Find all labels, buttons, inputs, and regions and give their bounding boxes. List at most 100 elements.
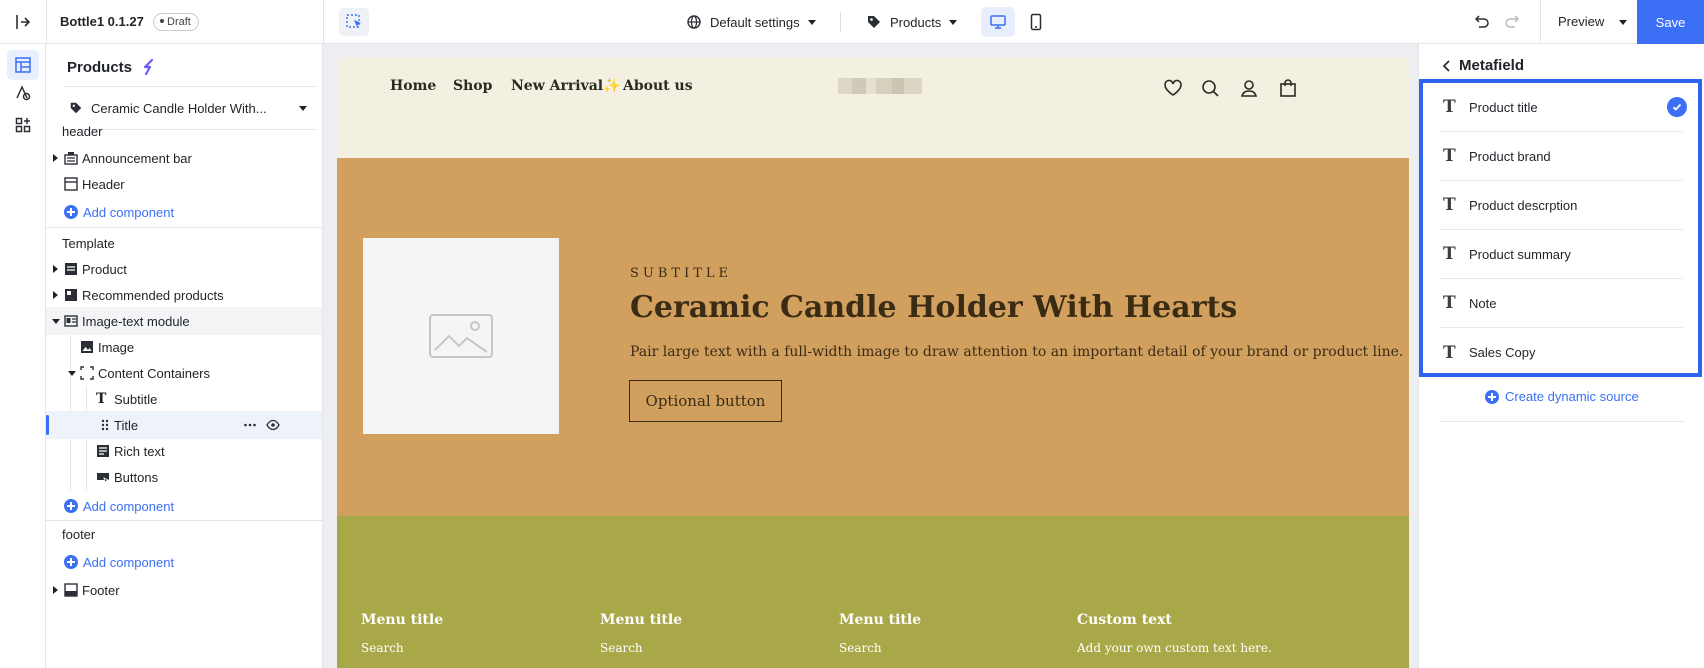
account-icon[interactable]: [1238, 77, 1260, 99]
check-circle-icon: [1667, 97, 1687, 117]
nav-link-about-us[interactable]: About us: [623, 78, 693, 94]
select-tool-button[interactable]: [339, 8, 369, 36]
redo-icon[interactable]: [1503, 12, 1523, 32]
footer-column-title: Custom text: [1077, 612, 1172, 628]
hero-subtitle[interactable]: SUBTITLE: [630, 266, 732, 281]
layer-header[interactable]: Header: [46, 170, 322, 198]
image-text-section[interactable]: SUBTITLE Ceramic Candle Holder With Hear…: [337, 158, 1409, 516]
page-preview[interactable]: Home Shop New Arrival✨ About us SUBTITLE…: [337, 57, 1409, 668]
hero-optional-button[interactable]: Optional button: [629, 380, 782, 422]
metafield-item-product-title[interactable]: T Product title: [1439, 83, 1687, 132]
metafield-item-note[interactable]: T Note: [1439, 279, 1683, 328]
hero-title[interactable]: Ceramic Candle Holder With Hearts: [630, 290, 1237, 325]
layer-subtitle[interactable]: T Subtitle: [46, 385, 322, 413]
settings-dropdown[interactable]: Default settings: [686, 0, 816, 44]
store-header-section[interactable]: Home Shop New Arrival✨ About us: [337, 57, 1409, 158]
text-type-icon: T: [1443, 195, 1456, 215]
hero-body-text[interactable]: Pair large text with a full-width image …: [630, 344, 1403, 360]
metafield-item-product-summary[interactable]: T Product summary: [1439, 230, 1683, 279]
layer-image[interactable]: Image: [46, 333, 322, 361]
footer-column-title: Menu title: [600, 612, 683, 628]
metafield-item-product-brand[interactable]: T Product brand: [1439, 132, 1683, 181]
layer-rich-text[interactable]: Rich text: [46, 437, 322, 465]
preview-button[interactable]: Preview: [1558, 14, 1604, 29]
create-dynamic-source-button[interactable]: Create dynamic source: [1485, 389, 1639, 404]
add-component-footer[interactable]: Add component: [46, 548, 322, 576]
nav-link-home[interactable]: Home: [390, 78, 436, 94]
recommended-icon: [65, 289, 77, 301]
apps-tab-button[interactable]: [7, 110, 39, 140]
text-type-icon: T: [1443, 244, 1456, 264]
footer-link[interactable]: Search: [600, 641, 643, 655]
cart-bag-icon[interactable]: [1277, 77, 1299, 99]
layer-product[interactable]: Product: [46, 255, 322, 283]
heart-icon[interactable]: [1162, 77, 1184, 99]
collapse-arrow-icon[interactable]: [52, 318, 60, 324]
nav-link-new-arrival[interactable]: New Arrival✨: [511, 78, 621, 94]
button-icon: [97, 473, 109, 484]
chevron-down-icon: [299, 105, 307, 111]
image-placeholder[interactable]: [363, 238, 559, 434]
undo-icon[interactable]: [1471, 12, 1491, 32]
visibility-eye-icon[interactable]: [266, 418, 280, 432]
app-title: Bottle1 0.1.27: [60, 14, 144, 29]
layer-content-containers[interactable]: Content Containers: [46, 359, 322, 387]
layers-tab-button[interactable]: [7, 50, 39, 80]
collapse-arrow-icon[interactable]: [68, 370, 76, 376]
desktop-view-button[interactable]: [981, 7, 1015, 37]
select-cursor-icon: [346, 14, 361, 28]
sparkle-icon: ✨: [603, 78, 621, 94]
section-divider: [46, 227, 322, 228]
exit-icon[interactable]: [12, 12, 32, 32]
search-icon[interactable]: [1199, 77, 1221, 99]
add-component-template[interactable]: Add component: [46, 492, 322, 520]
footer-link[interactable]: Search: [361, 641, 404, 655]
footer-column-title: Menu title: [361, 612, 444, 628]
header-icon: [64, 177, 78, 191]
metafield-list: T Product title T Product brand T Produc…: [1419, 79, 1702, 377]
add-component-header[interactable]: Add component: [46, 198, 322, 226]
metafield-item-sales-copy[interactable]: T Sales Copy: [1439, 328, 1683, 377]
template-section-label: Template: [62, 235, 115, 251]
mobile-view-button[interactable]: [1019, 7, 1053, 37]
layers-panel: Products Ceramic Candle Holder With... h…: [46, 44, 323, 668]
text-type-icon: T: [1443, 97, 1456, 117]
panel-divider: [323, 0, 324, 44]
store-footer-section[interactable]: Menu title Search Menu title Search Menu…: [337, 516, 1409, 668]
drag-handle-icon[interactable]: [98, 418, 112, 432]
toolbar-divider: [1540, 0, 1541, 44]
expand-arrow-icon[interactable]: [53, 291, 58, 299]
store-logo[interactable]: [838, 78, 922, 94]
layer-recommended-products[interactable]: Recommended products: [46, 281, 322, 309]
layer-title[interactable]: Title: [46, 411, 322, 439]
chevron-down-icon: [949, 19, 958, 25]
layer-announcement-bar[interactable]: Announcement bar: [46, 144, 322, 172]
more-options-icon[interactable]: [243, 418, 257, 432]
save-button[interactable]: Save: [1637, 0, 1704, 44]
metafield-item-product-description[interactable]: T Product descrption: [1439, 181, 1683, 230]
page-type-dropdown[interactable]: Products: [866, 0, 958, 44]
expand-arrow-icon[interactable]: [53, 586, 58, 594]
plus-circle-icon: [64, 205, 78, 219]
left-rail: [0, 44, 46, 668]
metafield-title: Metafield: [1459, 57, 1525, 74]
mobile-icon: [1030, 13, 1042, 31]
brand-logo-icon: [143, 58, 154, 76]
footer-link[interactable]: Search: [839, 641, 882, 655]
preview-canvas: Home Shop New Arrival✨ About us SUBTITLE…: [323, 44, 1418, 668]
styles-tab-button[interactable]: [7, 78, 39, 108]
expand-arrow-icon[interactable]: [53, 265, 58, 273]
chevron-down-icon: [807, 19, 816, 25]
text-type-icon: T: [1443, 293, 1456, 313]
product-icon: [65, 263, 77, 275]
chevron-down-icon[interactable]: [1619, 20, 1627, 25]
footer-icon: [64, 583, 78, 597]
expand-arrow-icon[interactable]: [53, 154, 58, 162]
panel-title: Products: [67, 58, 133, 76]
back-chevron-icon[interactable]: [1439, 58, 1455, 74]
header-section-label: header: [62, 123, 103, 139]
nav-link-shop[interactable]: Shop: [453, 78, 492, 94]
layer-buttons[interactable]: Buttons: [46, 463, 322, 491]
layer-image-text-module[interactable]: Image-text module: [46, 307, 322, 335]
layer-footer[interactable]: Footer: [46, 576, 322, 604]
